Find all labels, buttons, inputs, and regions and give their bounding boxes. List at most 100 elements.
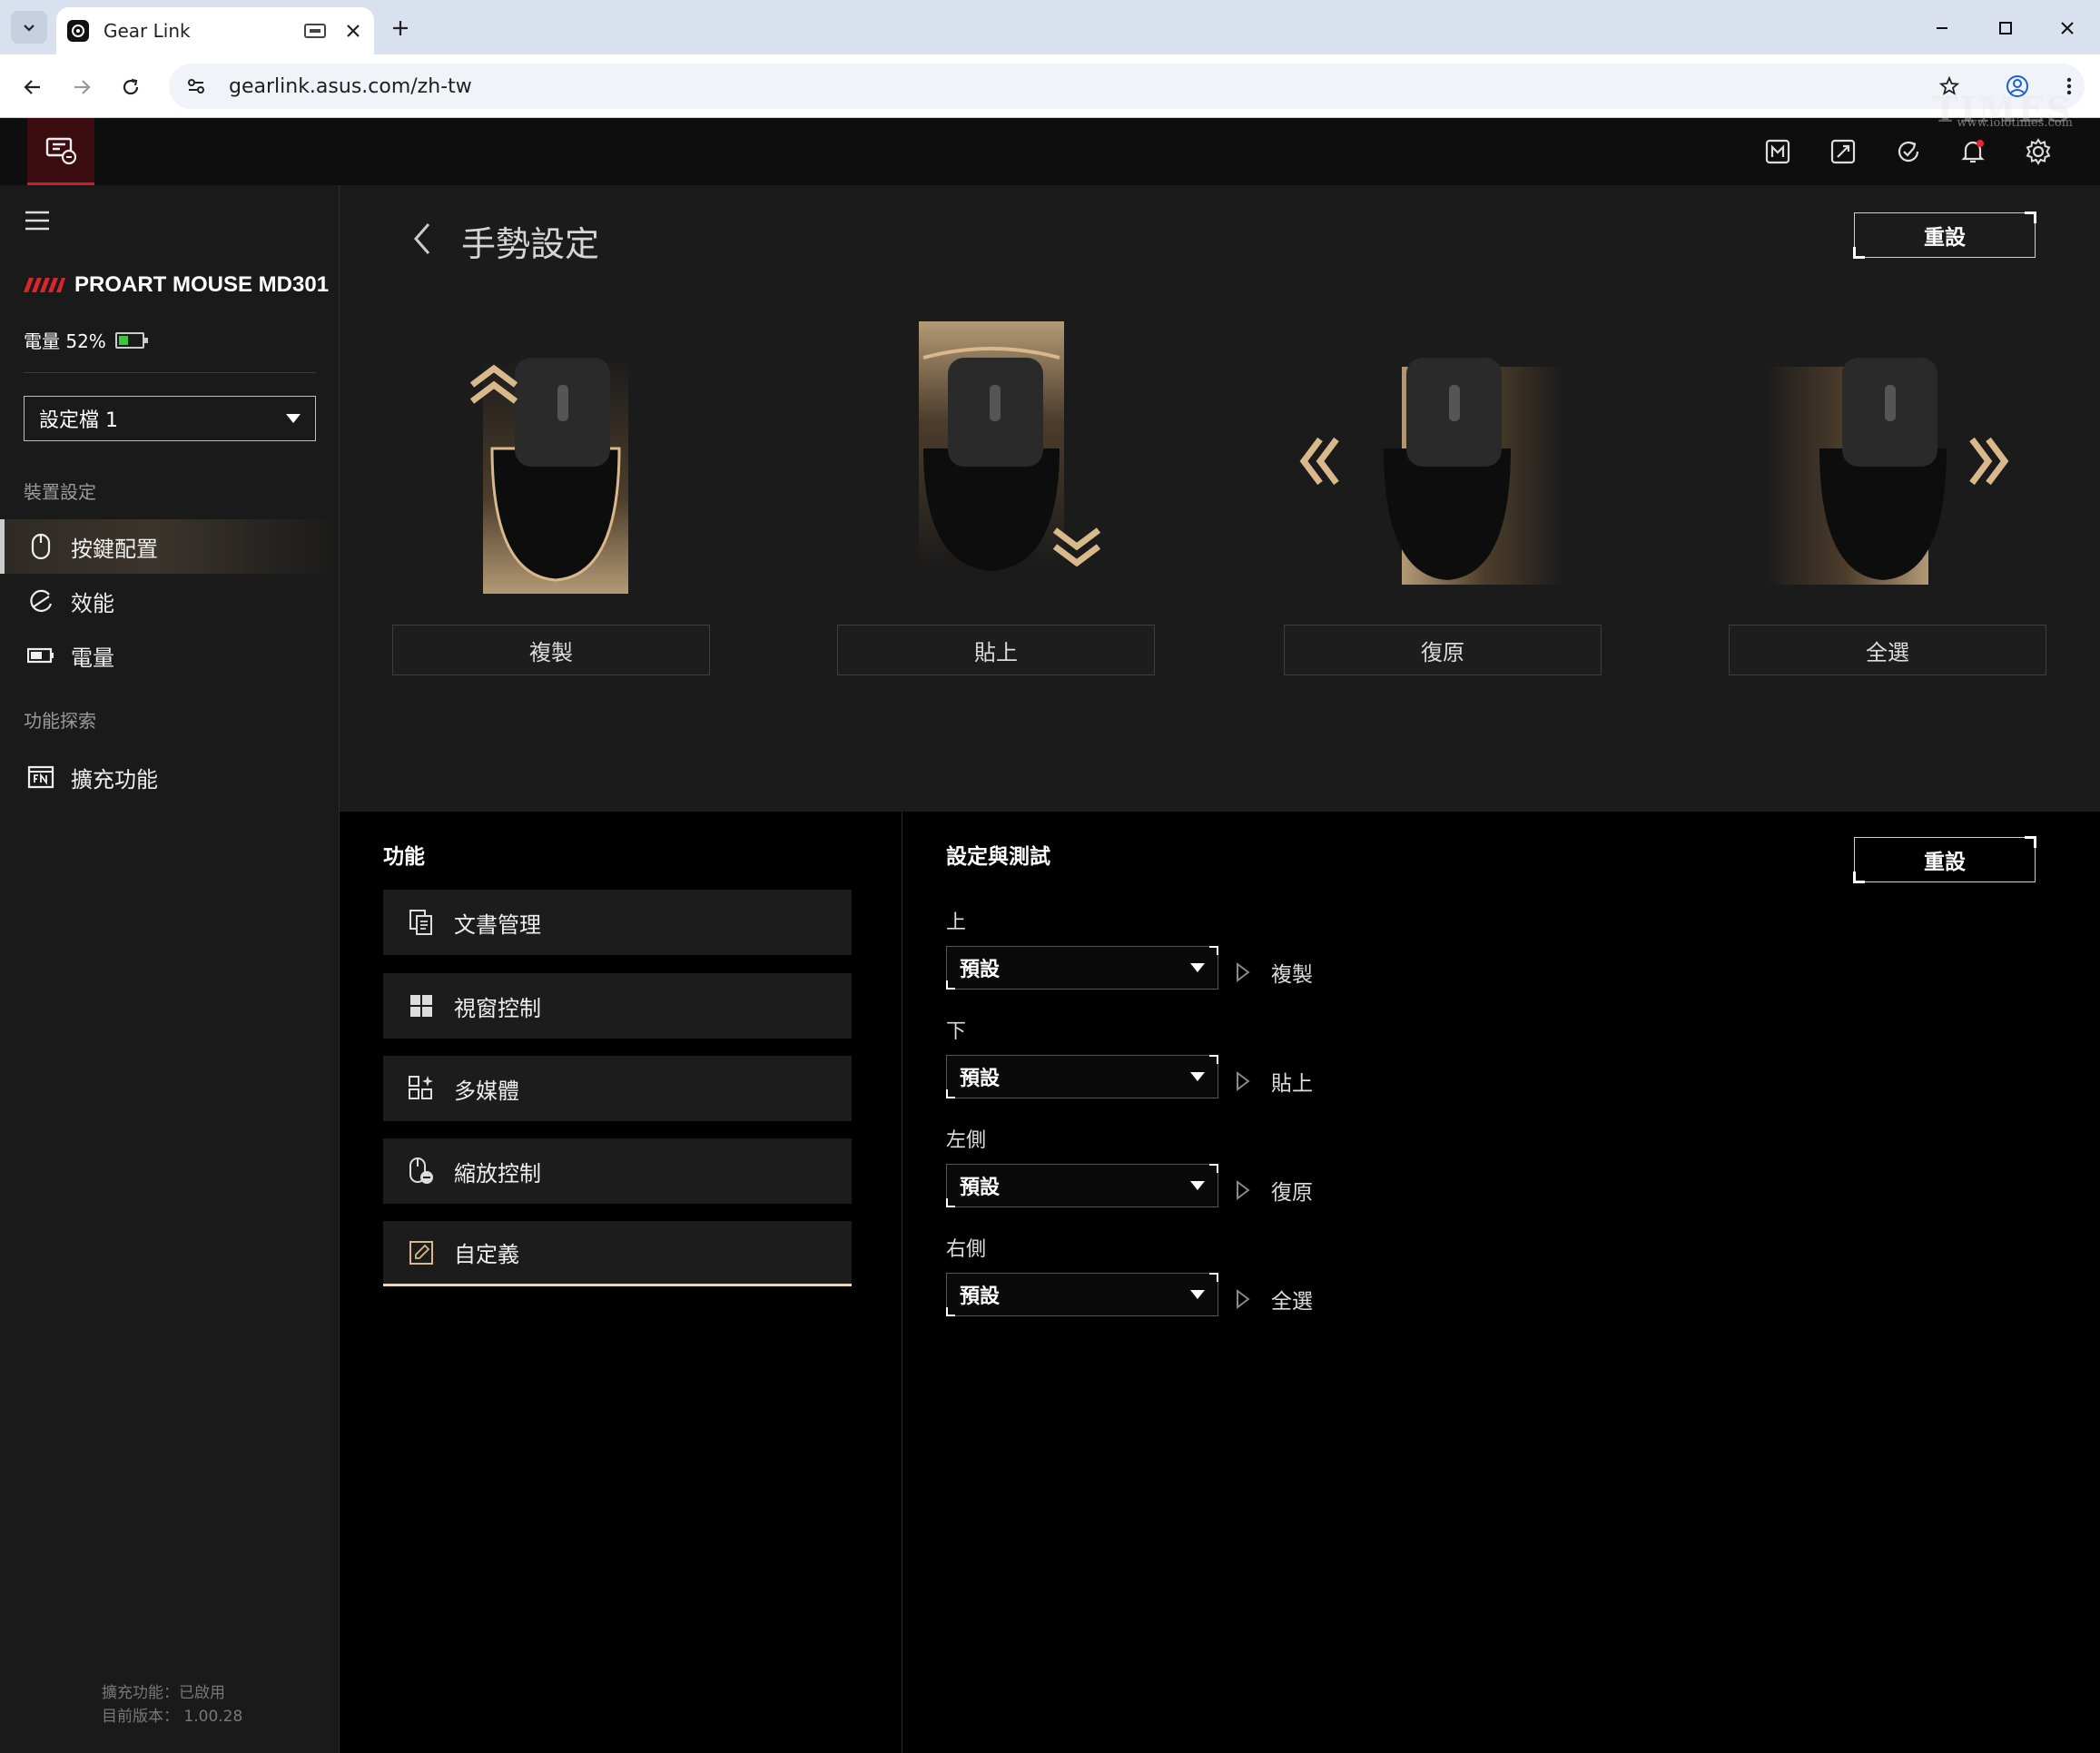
profile-dropdown[interactable]: 設定檔 1 [24,396,316,441]
battery-level-icon [114,331,148,349]
gesture-label-down[interactable]: 貼上 [837,625,1155,675]
update-button[interactable] [1891,134,1926,169]
divider [24,372,316,373]
multimedia-icon [407,1074,436,1103]
profile-value: 設定檔 1 [39,409,118,432]
gesture-card-down: 貼上 [837,321,1155,675]
settings-panel-title: 設定與測試 [946,845,1050,869]
new-tab-button[interactable] [385,13,416,44]
bell-icon [1961,140,1985,163]
direction-right-dropdown[interactable]: 預設 [946,1273,1218,1316]
sidebar-item-label: 擴充功能 [71,766,158,793]
direction-label-right: 右側 [946,1238,987,1261]
maximize-button[interactable] [1990,13,2021,44]
function-item-label: 多媒體 [454,1078,519,1104]
edit-frame-icon [1830,139,1856,164]
reset-settings-button[interactable]: 重設 [1853,836,2036,883]
gesture-card-up: 複製 [392,321,710,675]
sidebar-item-button-mapping[interactable]: 按鍵配置 [0,519,339,574]
dropdown-value: 預設 [960,1177,1001,1199]
macro-button[interactable] [1760,134,1795,169]
close-icon [2061,22,2074,34]
direction-label-down: 下 [946,1020,967,1043]
sync-check-icon [1898,141,1919,162]
tab-title: Gear Link [104,20,191,42]
function-item-multimedia[interactable]: 多媒體 [383,1056,852,1121]
menu-icon[interactable] [24,209,51,232]
battery-label: 電量 52% [24,330,106,352]
gesture-label-up[interactable]: 複製 [392,625,710,675]
sidebar-item-extensions[interactable]: 擴充功能 [0,750,339,804]
dropdown-value: 預設 [960,1068,1001,1090]
arrow-left-icon [24,80,40,94]
close-tab-icon[interactable] [343,21,363,41]
result-down: 貼上 [1235,1066,1313,1097]
direction-up-dropdown[interactable]: 預設 [946,946,1218,990]
gesture-card-left: 復原 [1284,321,1602,675]
address-bar[interactable]: gearlink.asus.com/zh-tw [169,64,2085,109]
sidebar-item-label: 按鍵配置 [71,536,158,562]
app-header [0,118,2100,185]
function-item-custom[interactable]: 自定義 [383,1221,852,1286]
extension-status: 擴充功能：已啟用 [102,1684,225,1702]
result-text: 全選 [1271,1290,1313,1314]
direction-label-up: 上 [946,911,967,934]
function-item-label: 自定義 [454,1242,519,1267]
result-text: 復原 [1271,1181,1313,1205]
function-item-zoom[interactable]: 縮放控制 [383,1138,852,1204]
back-nav-button[interactable] [16,71,49,103]
reset-gestures-button[interactable]: 重設 [1853,212,2036,259]
proart-logo-icon [24,278,65,292]
sidebar-item-battery[interactable]: 電量 [0,628,339,683]
mouse-gesture-up-image [469,358,628,594]
forward-nav-button[interactable] [65,71,98,103]
caret-down-icon [1190,1290,1205,1299]
tab-media-icon[interactable] [303,21,327,41]
play-arrow-icon [1237,1071,1250,1091]
direction-label-left: 左側 [946,1129,987,1152]
macro-icon [1765,139,1790,164]
sidebar-item-performance[interactable]: 效能 [0,574,339,628]
device-name: PROART MOUSE MD301 [74,272,330,297]
gear-link-logo-icon [45,137,76,164]
mouse-icon [25,531,56,562]
browser-tab[interactable]: Gear Link [56,7,374,54]
dropdown-value: 預設 [960,1285,1001,1308]
sidebar-item-label: 電量 [71,645,114,671]
direction-left-dropdown[interactable]: 預設 [946,1164,1218,1207]
reload-button[interactable] [114,71,147,103]
fn-icon [25,762,56,793]
notifications-button[interactable] [1956,134,1990,169]
calibrate-button[interactable] [1826,134,1860,169]
minimize-button[interactable] [1927,13,1957,44]
gearlink-favicon-icon [67,20,89,42]
zoom-icon [407,1157,436,1186]
custom-edit-icon [407,1238,436,1267]
settings-button[interactable] [2021,134,2056,169]
tab-search-button[interactable] [11,11,47,44]
gesture-label-left[interactable]: 復原 [1284,625,1602,675]
mouse-gesture-left-image [1299,358,1565,585]
mouse-gesture-down-image [919,321,1101,571]
app-home-button[interactable] [27,118,94,185]
version-text: 目前版本： 1.00.28 [102,1708,243,1726]
back-button[interactable] [409,216,436,261]
reload-icon [123,78,139,95]
caret-down-icon [286,414,301,423]
chevron-left-icon [414,223,430,254]
function-item-document[interactable]: 文書管理 [383,890,852,955]
function-item-label: 文書管理 [454,911,541,938]
close-window-button[interactable] [2052,13,2083,44]
gesture-overview: 手勢設定 重設 複製 貼上 復原 全選 [340,185,2100,812]
direction-down-dropdown[interactable]: 預設 [946,1055,1218,1098]
function-panel-title: 功能 [383,845,425,869]
result-right: 全選 [1235,1284,1313,1315]
site-info-icon[interactable] [182,72,211,101]
gesture-label-right[interactable]: 全選 [1729,625,2046,675]
maximize-icon [1999,22,2012,34]
function-item-label: 視窗控制 [454,995,541,1021]
caret-down-icon [1190,1072,1205,1081]
arrow-right-icon [74,80,91,94]
function-item-window[interactable]: 視窗控制 [383,973,852,1039]
caret-down-icon [1190,1181,1205,1190]
